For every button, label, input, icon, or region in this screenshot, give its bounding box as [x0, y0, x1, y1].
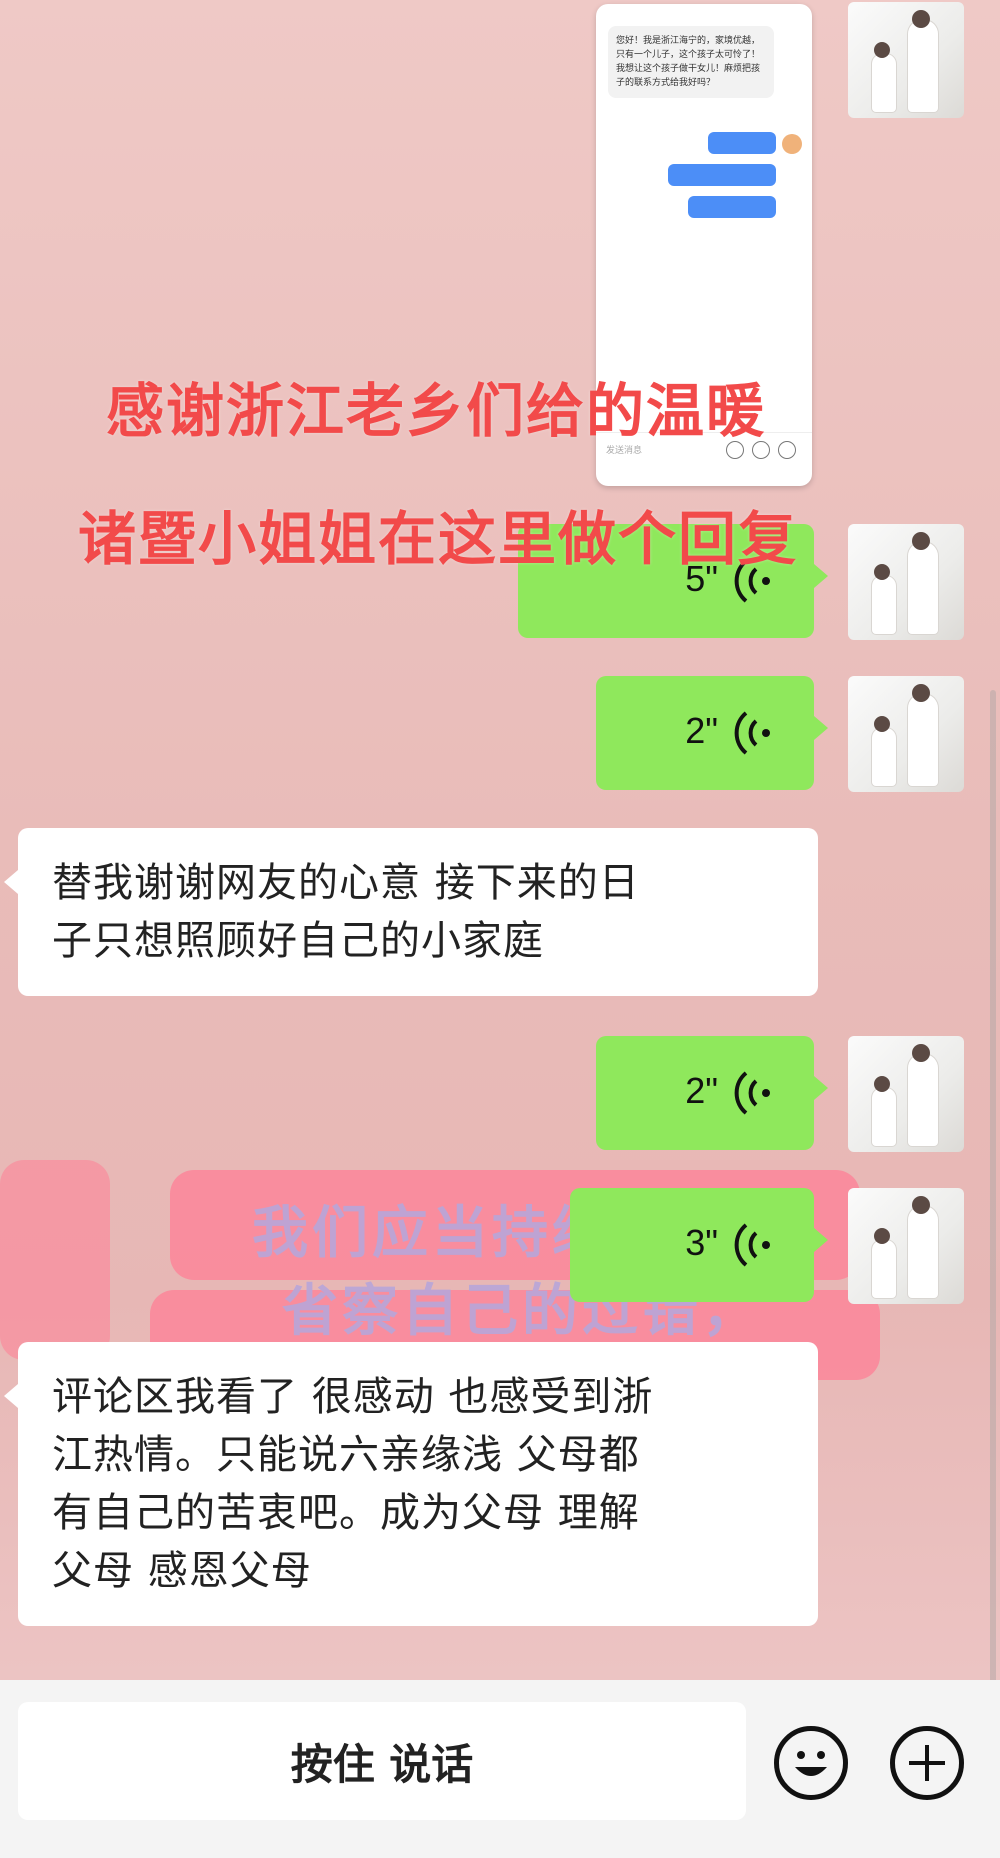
emoji-icon[interactable] — [774, 1726, 848, 1800]
overlay-caption-line1: 感谢浙江老乡们给的温暖 — [106, 377, 767, 445]
avatar[interactable] — [848, 2, 964, 118]
embedded-outgoing-bubble — [688, 196, 776, 218]
avatar[interactable] — [848, 1188, 964, 1304]
message-line: 有自己的苦衷吧。成为父母 理解 — [52, 1490, 640, 1536]
voice-wave-icon — [734, 1071, 770, 1115]
background-brush-stroke — [0, 1160, 110, 1360]
message-line: 评论区我看了 很感动 也感受到浙 — [52, 1374, 654, 1420]
hold-to-talk-button[interactable]: 按住 说话 — [18, 1702, 746, 1820]
embedded-avatar — [782, 134, 802, 154]
incoming-text-message[interactable]: 评论区我看了 很感动 也感受到浙 江热情。只能说六亲缘浅 父母都 有自己的苦衷吧… — [4, 1342, 818, 1626]
message-line: 替我谢谢网友的心意 接下来的日 — [52, 860, 640, 906]
avatar[interactable] — [848, 524, 964, 640]
plus-icon[interactable] — [890, 1726, 964, 1800]
voice-wave-icon — [734, 1223, 770, 1267]
embedded-incoming-message: 您好！我是浙江海宁的，家境优越，只有一个儿子，这个孩子太可怜了！我想让这个孩子做… — [608, 26, 774, 98]
embedded-outgoing-bubble — [708, 132, 776, 154]
avatar[interactable] — [848, 676, 964, 792]
embedded-plus-icon — [778, 441, 796, 459]
voice-message[interactable]: 2" — [596, 1036, 828, 1150]
message-line: 江热情。只能说六亲缘浅 父母都 — [52, 1432, 640, 1478]
chat-input-bar: 按住 说话 — [0, 1680, 1000, 1858]
voice-duration: 2" — [685, 710, 718, 751]
message-line: 子只想照顾好自己的小家庭 — [52, 918, 544, 964]
incoming-text-message[interactable]: 替我谢谢网友的心意 接下来的日 子只想照顾好自己的小家庭 — [4, 828, 818, 996]
overlay-caption-line2: 诸暨小姐姐在这里做个回复 — [78, 505, 799, 573]
message-line: 父母 感恩父母 — [52, 1548, 312, 1594]
voice-message[interactable]: 2" — [596, 676, 828, 790]
scrollbar[interactable] — [990, 690, 996, 1690]
voice-wave-icon — [734, 711, 770, 755]
voice-duration: 3" — [685, 1222, 718, 1263]
voice-duration: 2" — [685, 1070, 718, 1111]
avatar[interactable] — [848, 1036, 964, 1152]
background-quote-line1: 我们应当持续 — [252, 1201, 612, 1266]
voice-message[interactable]: 3" — [570, 1188, 828, 1302]
embedded-outgoing-bubble — [668, 164, 776, 186]
